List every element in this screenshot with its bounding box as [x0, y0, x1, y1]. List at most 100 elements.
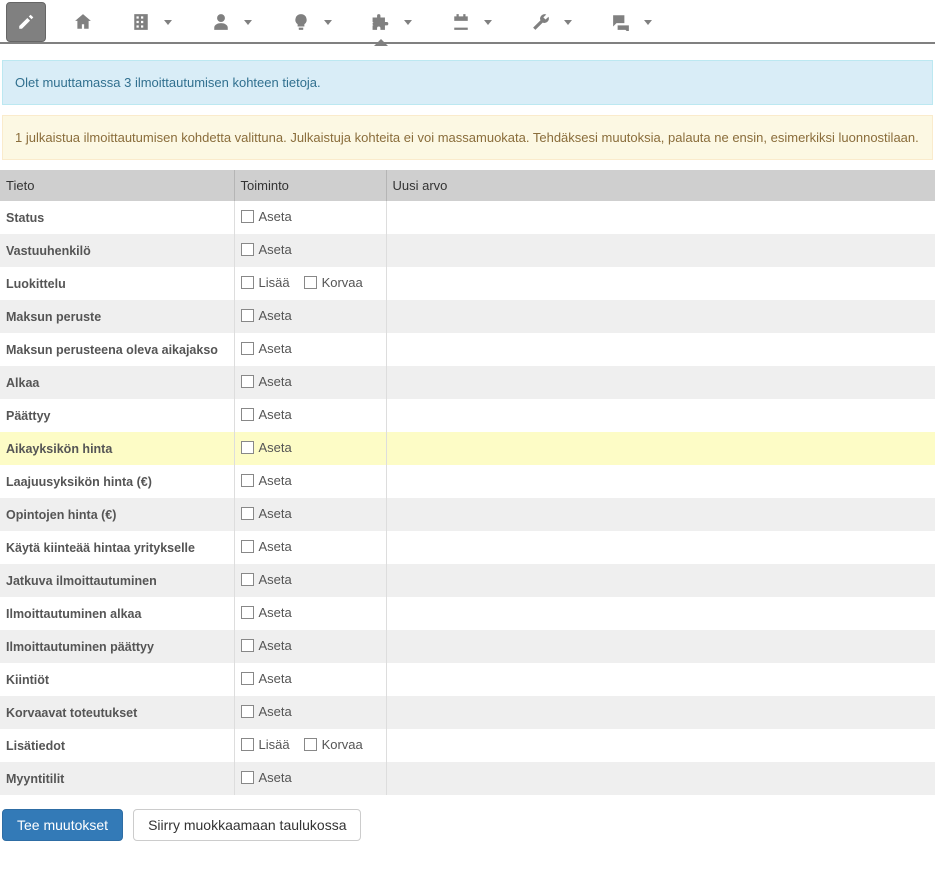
set-label: Aseta: [259, 341, 292, 356]
field-label: Päättyy: [6, 409, 50, 423]
caret-down-icon: [324, 20, 332, 25]
set-checkbox[interactable]: Aseta: [241, 539, 292, 554]
set-label: Aseta: [259, 539, 292, 554]
set-checkbox-input[interactable]: [241, 375, 254, 388]
field-label: Laajuusyksikön hinta (€): [6, 475, 152, 489]
caret-down-icon: [404, 20, 412, 25]
set-checkbox[interactable]: Aseta: [241, 506, 292, 521]
wrench-icon: [532, 13, 550, 31]
table-row: Vastuuhenkilö Aseta: [0, 234, 935, 267]
alert-info: Olet muuttamassa 3 ilmoittautumisen koht…: [2, 60, 933, 105]
set-checkbox[interactable]: Aseta: [241, 374, 292, 389]
set-checkbox-input[interactable]: [241, 771, 254, 784]
field-label: Lisätiedot: [6, 739, 65, 753]
mass-edit-table: Tieto Toiminto Uusi arvo StatusAsetaVast…: [0, 170, 935, 795]
table-row: AlkaaAseta: [0, 366, 935, 399]
set-checkbox-input[interactable]: [241, 507, 254, 520]
edit-in-table-button[interactable]: Siirry muokkaamaan taulukossa: [133, 809, 361, 841]
nav-org[interactable]: [112, 0, 192, 44]
field-label: Korvaavat toteutukset: [6, 706, 137, 720]
nav-tools[interactable]: [512, 0, 592, 44]
set-checkbox-input[interactable]: [241, 210, 254, 223]
set-checkbox[interactable]: Aseta: [241, 770, 292, 785]
field-label: Ilmoittautuminen alkaa: [6, 607, 141, 621]
edit-mode-button[interactable]: [6, 2, 46, 42]
add-checkbox-input[interactable]: [241, 738, 254, 751]
table-row: LuokitteluLisääKorvaa: [0, 267, 935, 300]
value-cell: [386, 663, 935, 696]
set-checkbox-input[interactable]: [241, 606, 254, 619]
set-checkbox-input[interactable]: [241, 672, 254, 685]
set-checkbox-input[interactable]: [241, 705, 254, 718]
caret-down-icon: [564, 20, 572, 25]
set-checkbox[interactable]: Aseta: [241, 341, 292, 356]
set-checkbox[interactable]: Aseta: [241, 242, 292, 257]
nav-chat[interactable]: [592, 0, 672, 44]
set-label: Aseta: [259, 407, 292, 422]
replace-checkbox[interactable]: Korvaa: [304, 275, 363, 290]
apply-button[interactable]: Tee muutokset: [2, 809, 123, 841]
nav-user[interactable]: [192, 0, 272, 44]
value-cell: [386, 399, 935, 432]
table-row: Laajuusyksikön hinta (€) Aseta: [0, 465, 935, 498]
user-icon: [212, 13, 230, 31]
set-checkbox-input[interactable]: [241, 408, 254, 421]
set-label: Aseta: [259, 374, 292, 389]
set-checkbox[interactable]: Aseta: [241, 308, 292, 323]
set-checkbox[interactable]: Aseta: [241, 704, 292, 719]
field-label: Myyntitilit: [6, 772, 64, 786]
value-cell: [386, 696, 935, 729]
set-checkbox-input[interactable]: [241, 441, 254, 454]
add-label: Lisää: [259, 737, 290, 752]
field-label: Jatkuva ilmoittautuminen: [6, 574, 157, 588]
nav-puzzle[interactable]: [352, 0, 432, 44]
table-row: Ilmoittautuminen päättyyAseta: [0, 630, 935, 663]
set-checkbox[interactable]: Aseta: [241, 440, 292, 455]
value-cell: [386, 564, 935, 597]
value-cell: [386, 201, 935, 234]
set-checkbox-input[interactable]: [241, 342, 254, 355]
calendar-icon: [452, 13, 470, 31]
nav-calendar[interactable]: [432, 0, 512, 44]
set-checkbox-input[interactable]: [241, 573, 254, 586]
chat-icon: [612, 13, 630, 31]
set-checkbox-input[interactable]: [241, 243, 254, 256]
add-checkbox[interactable]: Lisää: [241, 737, 290, 752]
set-checkbox-input[interactable]: [241, 309, 254, 322]
add-checkbox-input[interactable]: [241, 276, 254, 289]
table-row: Opintojen hinta (€)Aseta: [0, 498, 935, 531]
value-cell: [386, 432, 935, 465]
th-field: Tieto: [0, 170, 234, 201]
field-label: Aikayksikön hinta: [6, 442, 112, 456]
value-cell: [386, 300, 935, 333]
set-checkbox[interactable]: Aseta: [241, 572, 292, 587]
table-row: Korvaavat toteutukset Aseta: [0, 696, 935, 729]
replace-checkbox-input[interactable]: [304, 738, 317, 751]
value-cell: [386, 729, 935, 762]
replace-label: Korvaa: [322, 275, 363, 290]
set-checkbox[interactable]: Aseta: [241, 638, 292, 653]
value-cell: [386, 267, 935, 300]
add-checkbox[interactable]: Lisää: [241, 275, 290, 290]
field-label: Vastuuhenkilö: [6, 244, 91, 258]
value-cell: [386, 597, 935, 630]
set-checkbox-input[interactable]: [241, 639, 254, 652]
set-checkbox-input[interactable]: [241, 474, 254, 487]
field-label: Maksun peruste: [6, 310, 101, 324]
nav-idea[interactable]: [272, 0, 352, 44]
set-label: Aseta: [259, 209, 292, 224]
nav-home[interactable]: [54, 0, 112, 44]
set-checkbox[interactable]: Aseta: [241, 209, 292, 224]
replace-checkbox-input[interactable]: [304, 276, 317, 289]
set-checkbox-input[interactable]: [241, 540, 254, 553]
set-checkbox[interactable]: Aseta: [241, 407, 292, 422]
set-checkbox[interactable]: Aseta: [241, 671, 292, 686]
value-cell: [386, 234, 935, 267]
replace-checkbox[interactable]: Korvaa: [304, 737, 363, 752]
caret-down-icon: [484, 20, 492, 25]
set-checkbox[interactable]: Aseta: [241, 473, 292, 488]
set-checkbox[interactable]: Aseta: [241, 605, 292, 620]
table-row: Maksun peruste Aseta: [0, 300, 935, 333]
table-row: Aikayksikön hinta Aseta: [0, 432, 935, 465]
th-value: Uusi arvo: [386, 170, 935, 201]
